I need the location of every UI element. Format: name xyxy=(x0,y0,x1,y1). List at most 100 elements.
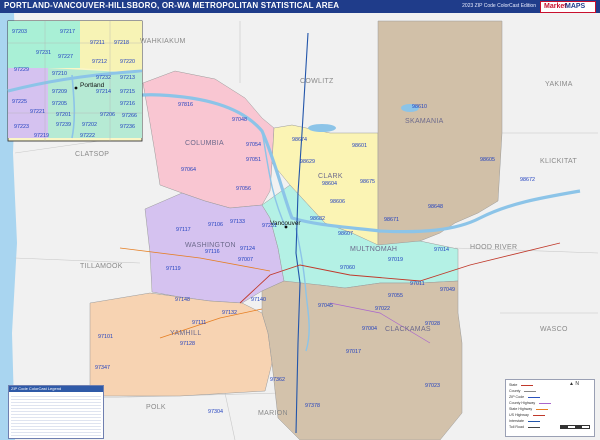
legend-item-county: County xyxy=(509,389,537,394)
legend-swatch xyxy=(528,396,541,398)
zip-label: 97019 xyxy=(388,257,403,263)
zip-label: 97049 xyxy=(440,287,455,293)
map-page: PORTLAND-VANCOUVER-HILLSBORO, OR-WA METR… xyxy=(0,0,600,440)
zip-label: 97266 xyxy=(122,113,137,119)
brand-logo[interactable]: Market MAPS xyxy=(540,1,596,13)
zip-label: 98601 xyxy=(352,143,367,149)
legend-label: County xyxy=(509,389,521,393)
zip-label: 97203 xyxy=(12,29,27,35)
zip-label: 97227 xyxy=(58,54,73,60)
zip-label: 97064 xyxy=(181,167,196,173)
zip-label: 97202 xyxy=(82,122,97,128)
zip-label: 97216 xyxy=(120,101,135,107)
county-label-clackamas: CLACKAMAS xyxy=(385,326,431,333)
zip-label: 97210 xyxy=(52,71,67,77)
legend-swatch xyxy=(527,426,540,428)
legend-item-toll-road: Toll Road xyxy=(509,425,540,430)
zip-label: 97119 xyxy=(166,266,181,272)
map-title: PORTLAND-VANCOUVER-HILLSBORO, OR-WA METR… xyxy=(4,1,340,10)
zip-label: 98629 xyxy=(300,159,315,165)
county-label-marion: MARION xyxy=(258,410,288,417)
legend-item-us-highway: US Highway xyxy=(509,413,545,418)
lake-merwin xyxy=(308,124,336,132)
zip-label: 97045 xyxy=(318,303,333,309)
zip-label: 97231 xyxy=(36,50,51,56)
zip-label: 97219 xyxy=(34,133,49,139)
legend-swatch xyxy=(521,384,534,386)
zip-label: 97211 xyxy=(90,40,105,46)
zip-label: 97023 xyxy=(425,383,440,389)
legend-label: State xyxy=(509,383,518,387)
zip-label: 97133 xyxy=(230,219,245,225)
inset-map[interactable] xyxy=(7,20,143,142)
legend-item-interstate: Interstate xyxy=(509,419,540,424)
county-clackamas[interactable] xyxy=(261,280,463,440)
county-label-columbia: COLUMBIA xyxy=(185,140,224,147)
legend-label: Toll Road xyxy=(509,425,524,429)
county-label-polk: POLK xyxy=(146,404,166,411)
legend-item-county-highway: County Highway xyxy=(509,401,552,406)
zip-label: 97239 xyxy=(56,122,71,128)
zip-label: 97148 xyxy=(175,297,190,303)
zip-label: 97106 xyxy=(208,222,223,228)
city-marker-portland xyxy=(74,86,78,90)
north-label: N xyxy=(575,381,579,387)
zip-label: 98607 xyxy=(338,231,353,237)
zip-label: 97347 xyxy=(95,365,110,371)
zip-label: 97055 xyxy=(388,293,403,299)
zip-label: 97011 xyxy=(410,281,425,287)
legend-item-zip: ZIP Code xyxy=(509,395,541,400)
legend-item-state-highway: State Highway xyxy=(509,407,549,412)
zip-label: 97017 xyxy=(346,349,361,355)
zip-label: 98610 xyxy=(412,104,427,110)
zip-label: 97236 xyxy=(120,124,135,130)
county-label-skamania: SKAMANIA xyxy=(405,118,444,125)
zip-label: 98606 xyxy=(330,199,345,205)
zip-index-title: ZIP Code ColorCast Legend xyxy=(9,386,103,392)
zip-label: 97217 xyxy=(60,29,75,35)
zip-label: 97225 xyxy=(12,99,27,105)
zip-label: 97014 xyxy=(434,247,449,253)
zip-label: 97231 xyxy=(262,223,277,229)
zip-label: 97378 xyxy=(305,403,320,409)
zip-label: 97054 xyxy=(246,142,261,148)
county-label-clatsop: CLATSOP xyxy=(75,151,109,158)
zip-label: 97117 xyxy=(176,227,191,233)
zip-label: 97048 xyxy=(232,117,247,123)
zip-label: 97022 xyxy=(375,306,390,312)
zip-label: 98605 xyxy=(480,157,495,163)
county-label-wasco: WASCO xyxy=(540,326,568,333)
map-canvas[interactable]: WAHKIAKUM COWLITZ YAKIMA SKAMANIA KLICKI… xyxy=(0,13,600,440)
zip-label: 98674 xyxy=(292,137,307,143)
title-bar: PORTLAND-VANCOUVER-HILLSBORO, OR-WA METR… xyxy=(0,0,600,13)
county-label-klickitat: KLICKITAT xyxy=(540,158,577,165)
logo-mark-market: Market xyxy=(544,3,567,10)
county-label-multnomah: MULTNOMAH xyxy=(350,246,397,253)
legend-label: State Highway xyxy=(509,407,533,411)
legend-label: US Highway xyxy=(509,413,529,417)
county-label-hood-river: HOOD RIVER xyxy=(470,244,517,251)
legend-label: County Highway xyxy=(509,401,536,405)
zip-label: 98648 xyxy=(428,204,443,210)
zip-index-table[interactable]: ZIP Code ColorCast Legend xyxy=(8,385,104,439)
zip-label: 97229 xyxy=(14,67,29,73)
zip-label: 97132 xyxy=(222,310,237,316)
county-label-yamhill: YAMHILL xyxy=(170,330,202,337)
zip-index-rows xyxy=(11,394,101,436)
logo-mark-maps: MAPS xyxy=(565,3,586,10)
zip-label: 97101 xyxy=(98,334,113,340)
zip-label: 98682 xyxy=(310,216,325,222)
zip-label: 97116 xyxy=(205,249,220,255)
zip-label: 97206 xyxy=(100,112,115,118)
zip-label: 97051 xyxy=(246,157,261,163)
legend-swatch xyxy=(536,408,549,410)
zip-label: 97128 xyxy=(180,341,195,347)
north-arrow-icon: ▲ N xyxy=(569,381,579,387)
zip-label: 97304 xyxy=(208,409,223,415)
legend-item-state: State xyxy=(509,383,534,388)
legend-swatch xyxy=(527,420,540,422)
zip-label: 97215 xyxy=(120,89,135,95)
zip-label: 97222 xyxy=(80,133,95,139)
zip-label: 97140 xyxy=(251,297,266,303)
zip-label: 97060 xyxy=(340,265,355,271)
